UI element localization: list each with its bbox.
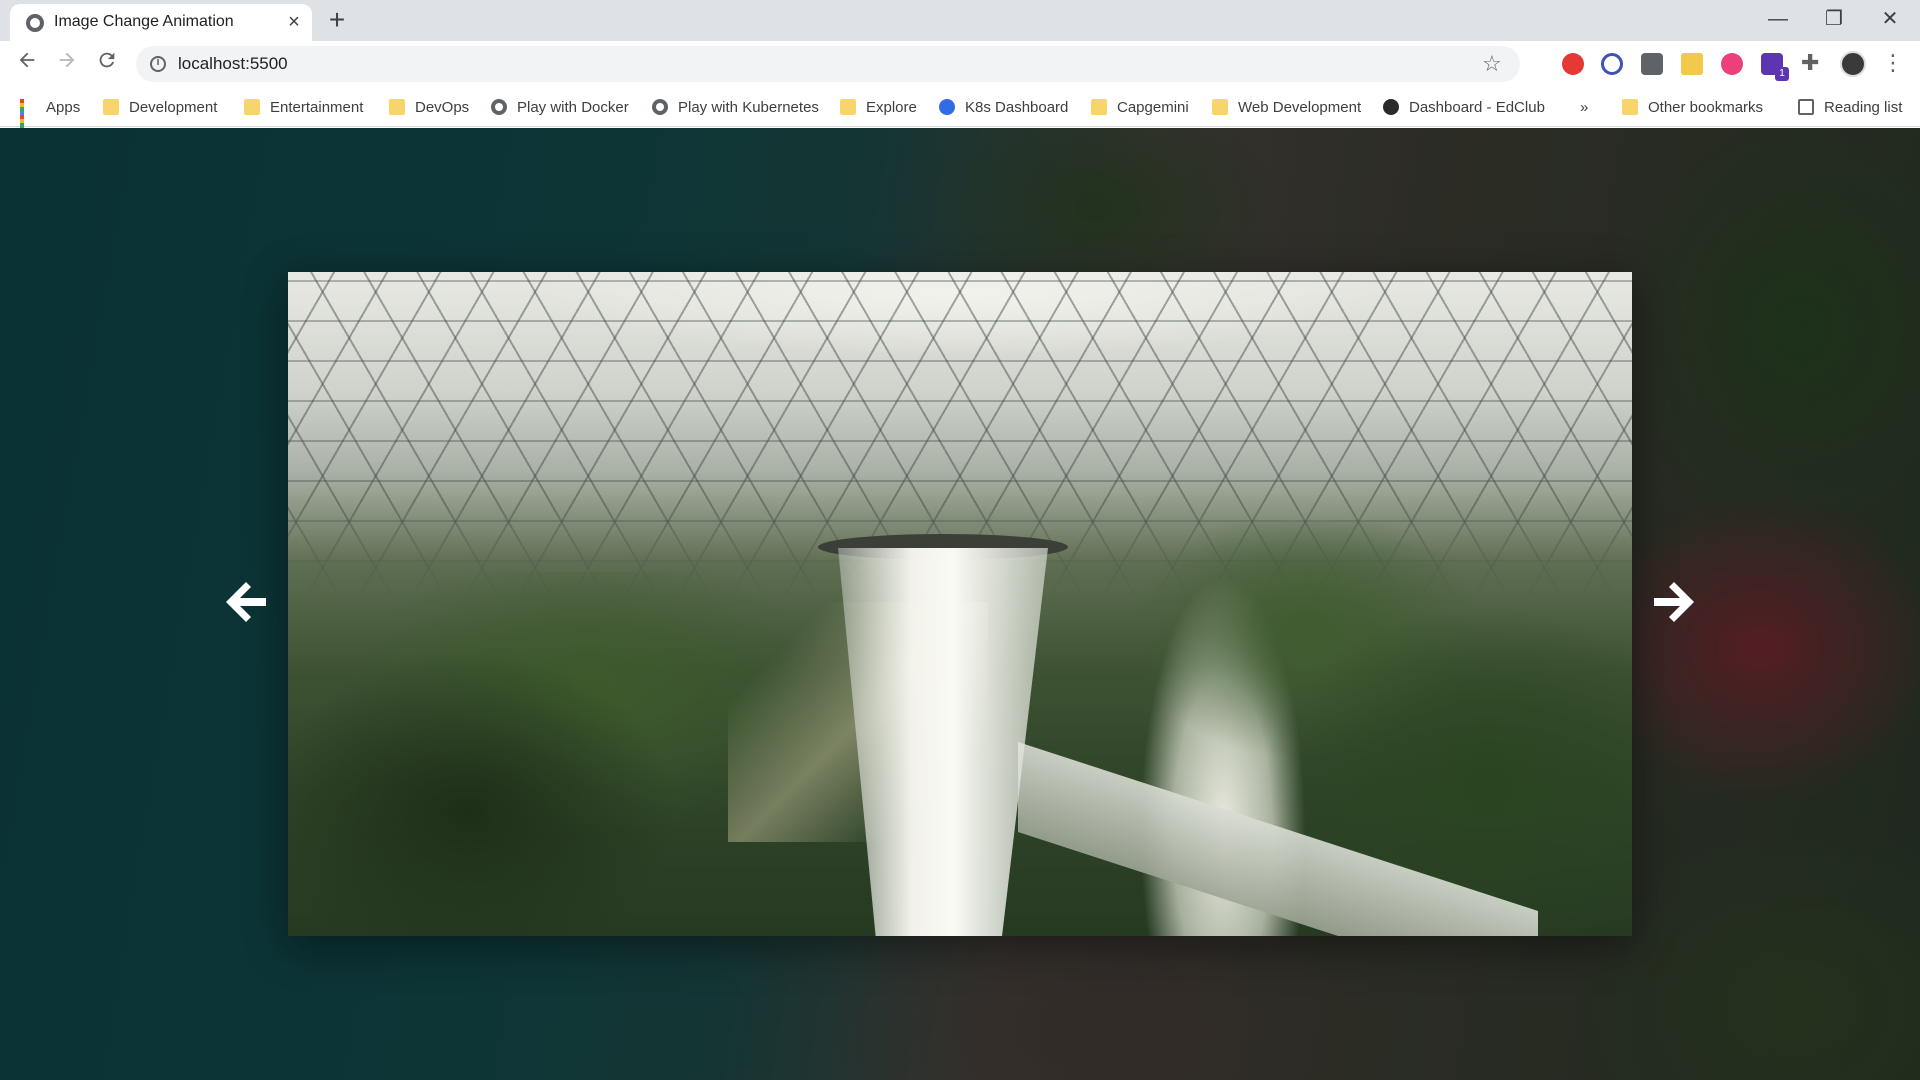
bookmark-play-with-docker[interactable]: Play with Docker xyxy=(491,95,629,119)
page-background xyxy=(0,128,1920,1080)
kubernetes-icon xyxy=(939,99,955,115)
bookmark-explore[interactable]: Explore xyxy=(840,95,917,119)
bookmark-k8s-dashboard[interactable]: K8s Dashboard xyxy=(939,95,1068,119)
bookmark-label: K8s Dashboard xyxy=(965,98,1069,116)
back-button[interactable] xyxy=(12,49,42,79)
reading-list-button[interactable]: Reading list xyxy=(1798,95,1902,119)
url-text[interactable]: localhost:5500 xyxy=(178,54,288,74)
bookmark-devops[interactable]: DevOps xyxy=(389,95,469,119)
restore-button[interactable]: ❐ xyxy=(1814,4,1854,34)
tab-strip: Image Change Animation × + — ❐ ✕ xyxy=(0,0,1920,41)
other-bookmarks-label: Other bookmarks xyxy=(1648,98,1764,116)
apps-grid-icon xyxy=(20,99,36,135)
more-menu-icon[interactable]: ⋮ xyxy=(1882,50,1904,76)
reading-list-label: Reading list xyxy=(1824,98,1903,116)
bookmark-development[interactable]: Development xyxy=(103,95,217,119)
forward-button[interactable] xyxy=(52,49,82,79)
next-slide-button[interactable] xyxy=(1642,572,1702,632)
bookmark-label: Explore xyxy=(866,98,917,116)
tab-image-change-animation[interactable]: Image Change Animation × xyxy=(10,4,312,41)
grey-extension-icon[interactable] xyxy=(1641,53,1663,75)
opera-extension-icon[interactable] xyxy=(1562,53,1584,75)
bookmark-label: Play with Docker xyxy=(517,98,629,116)
bookmark-label: Dashboard - EdClub xyxy=(1409,98,1545,116)
folder-icon xyxy=(1622,99,1638,115)
arrow-left-icon xyxy=(226,582,266,622)
folder-icon xyxy=(840,99,856,115)
other-bookmarks-folder[interactable]: Other bookmarks xyxy=(1622,95,1763,119)
bookmark-label: Entertainment xyxy=(270,98,364,116)
arrow-forward-icon xyxy=(59,52,75,68)
js-extension-icon[interactable] xyxy=(1681,53,1703,75)
bookmark-entertainment[interactable]: Entertainment xyxy=(244,95,363,119)
new-tab-button[interactable]: + xyxy=(322,6,352,36)
globe-icon xyxy=(491,99,507,115)
folder-icon xyxy=(389,99,405,115)
browser-toolbar: localhost:5500 ☆ 1 ✚ ⋮ xyxy=(0,41,1920,87)
reload-button[interactable] xyxy=(92,49,122,79)
minimize-button[interactable]: — xyxy=(1758,4,1798,34)
folder-icon xyxy=(103,99,119,115)
bookmark-play-with-kubernetes[interactable]: Play with Kubernetes xyxy=(652,95,819,119)
waterfall xyxy=(838,548,1048,936)
close-window-button[interactable]: ✕ xyxy=(1870,4,1910,34)
reading-list-icon xyxy=(1798,99,1814,115)
block-extension-icon[interactable] xyxy=(1601,53,1623,75)
bookmark-star-icon[interactable]: ☆ xyxy=(1482,51,1502,77)
bookmark-label: Apps xyxy=(46,98,81,116)
address-bar[interactable]: localhost:5500 ☆ xyxy=(136,46,1520,82)
puzzle-extensions-icon[interactable]: ✚ xyxy=(1801,50,1819,76)
extension-badge: 1 xyxy=(1775,67,1789,81)
reload-icon xyxy=(99,52,115,68)
bookmark-web-development[interactable]: Web Development xyxy=(1212,95,1361,119)
folder-icon xyxy=(1091,99,1107,115)
tab-close-button[interactable]: × xyxy=(282,10,306,34)
globe-icon xyxy=(652,99,668,115)
bookmarks-overflow-button[interactable]: » xyxy=(1580,95,1588,119)
bookmark-label: Development xyxy=(129,98,218,116)
slide-image xyxy=(288,272,1632,936)
bookmark-dashboard-edclub[interactable]: Dashboard - EdClub xyxy=(1383,95,1545,119)
pink-extension-icon[interactable] xyxy=(1721,53,1743,75)
bookmark-capgemini[interactable]: Capgemini xyxy=(1091,95,1189,119)
bookmark-label: Capgemini xyxy=(1117,98,1189,116)
bookmark-apps[interactable]: Apps xyxy=(20,95,81,135)
folder-icon xyxy=(244,99,260,115)
bookmark-label: Web Development xyxy=(1238,98,1362,116)
tab-title: Image Change Animation xyxy=(54,13,234,30)
arrow-right-icon xyxy=(1654,582,1694,622)
globe-icon xyxy=(26,14,44,32)
folder-icon xyxy=(1212,99,1228,115)
profile-avatar[interactable] xyxy=(1840,51,1866,77)
bookmarks-bar: Apps Development Entertainment DevOps Pl… xyxy=(0,87,1920,135)
bookmark-label: DevOps xyxy=(415,98,470,116)
arrow-back-icon xyxy=(19,52,35,68)
bookmark-label: Play with Kubernetes xyxy=(678,98,819,116)
site-info-icon[interactable] xyxy=(150,56,166,72)
previous-slide-button[interactable] xyxy=(218,572,278,632)
edclub-icon xyxy=(1383,99,1399,115)
